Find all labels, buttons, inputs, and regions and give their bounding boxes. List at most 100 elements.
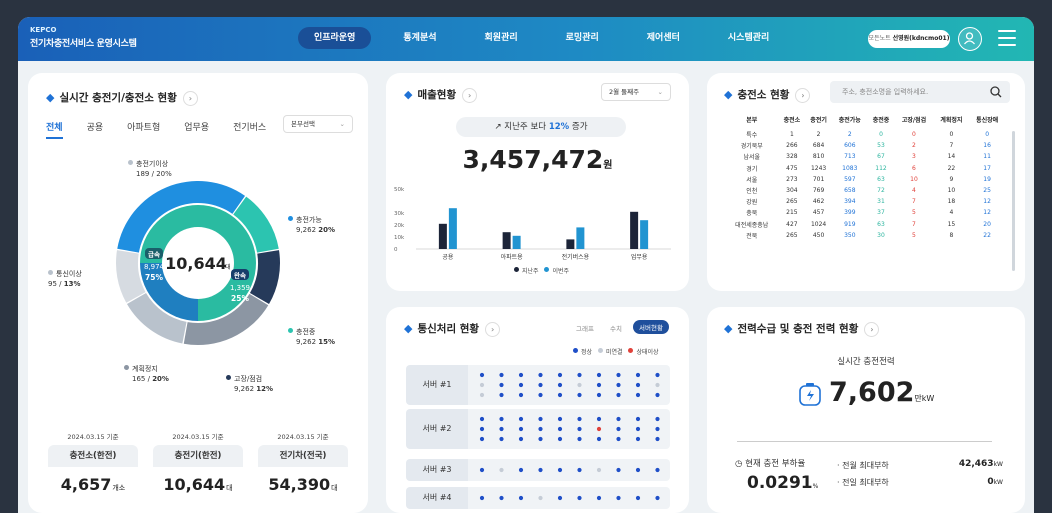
stat-date: 2024.03.15 기준 [67,433,119,441]
table-cell: 남서울 [743,154,761,162]
table-row[interactable]: 경기북부 266 684 606 53 2 7 16 [725,140,1005,151]
fast-value: 8,974 [144,263,165,271]
status-dot [577,392,582,398]
column-header[interactable]: 충전가능 [832,109,868,129]
y-tick-label: 10k [394,235,405,241]
table-cell: 2 [816,131,821,139]
status-dot [655,392,660,398]
table-cell: 4 [912,187,916,195]
bar-prev[interactable] [438,223,447,249]
sales-card: ◆ 매출현황 › 2월 둘째주 ⌄ ↗ 지난주 보다 12% 증가 3,457,472… [386,73,689,291]
table-cell: 7 [912,198,916,206]
user-icon[interactable] [958,27,982,51]
chevron-right-icon[interactable]: › [485,321,501,337]
table-cell: 경기북부 [740,143,763,151]
table-cell: 427 [786,220,798,228]
bar-this[interactable] [640,220,649,249]
column-header[interactable]: 충전소 [778,109,805,129]
server-row[interactable]: 서버 #1 [406,365,670,405]
table-cell: 20 [983,220,991,228]
center-value: 10,644 [165,254,227,273]
server-row[interactable]: 서버 #3 [406,459,670,481]
nav-control[interactable]: 제어센터 [631,27,696,49]
table-cell: 684 [812,142,825,150]
status-dot [499,436,504,442]
table-row[interactable]: 강원 265 462 394 31 7 18 12 [725,196,1005,207]
main-nav: 인프라운영 통계분석 회원관리 로밍관리 제어센터 시스템관리 [298,27,801,49]
nav-stats[interactable]: 통계분석 [387,27,452,49]
status-dot [596,416,602,422]
chevron-right-icon[interactable]: › [795,87,811,103]
table-cell: 5 [912,209,916,217]
x-tick-label: 아파트용 [501,253,524,261]
table-row[interactable]: 서울 273 701 597 63 10 9 19 [725,174,1005,185]
view-server[interactable]: 서버현황 [633,320,669,334]
nav-infra[interactable]: 인프라운영 [298,27,372,49]
app-title[interactable]: 전기차충전서비스 운영시스템 [30,36,137,49]
bar-this[interactable] [576,227,585,249]
server-row[interactable]: 서버 #2 [406,409,670,449]
table-row[interactable]: 대전세종충남 427 1024 919 63 7 15 20 [725,219,1005,230]
column-header[interactable]: 계획정지 [934,109,970,129]
status-dot [616,426,621,432]
fast-label: 급속 [148,250,160,259]
stations-card: ◆ 충전소 현황 › 주소, 충전소명을 입력하세요. 본부 충전소 충전기 충전가능 충전… [707,73,1025,291]
table-row[interactable]: 인천 304 769 658 72 4 10 25 [725,185,1005,196]
stat-stations[interactable]: 충전소(한전) 4,657개소 [48,445,138,509]
server-label: 서버 #1 [406,365,468,405]
table-cell: 전북 [746,232,758,240]
view-graph[interactable]: 그래프 [576,323,594,333]
table-cell: 215 [786,209,798,217]
server-label: 서버 #3 [406,459,468,481]
bar-prev[interactable] [630,211,639,249]
table-cell: 8 [949,231,954,239]
column-header[interactable]: 고장/점검 [894,109,933,129]
status-dot [635,416,641,422]
status-dot [655,416,660,422]
table-cell: 7 [912,220,916,228]
server-row[interactable]: 서버 #4 [406,487,670,509]
column-header[interactable]: 통신장애 [969,109,1005,129]
hamburger-icon[interactable] [998,30,1016,46]
load-rate-value: 0.0291% [747,473,819,493]
status-dot [596,392,602,398]
table-row[interactable]: 경기 475 1243 1083 112 6 22 17 [725,163,1005,174]
status-dot [479,382,485,388]
table-row[interactable]: 특수 1 2 2 0 0 0 0 [725,129,1005,140]
status-dot [596,382,602,388]
table-row[interactable]: 남서울 328 810 713 67 3 14 11 [725,151,1005,162]
stat-chargers[interactable]: 충전기(한전) 10,644대 [153,445,243,509]
top-header: KEPCO 전기차충전서비스 운영시스템 인프라운영 통계분석 회원관리 로밍관… [18,17,1034,61]
stat-evs[interactable]: 전기차(전국) 54,390대 [258,445,348,509]
column-header[interactable]: 본부 [725,109,778,129]
station-search[interactable]: 주소, 충전소명을 입력하세요. [830,81,1010,103]
table-row[interactable]: 전북 265 450 350 30 5 8 22 [725,230,1005,241]
nav-roaming[interactable]: 로밍관리 [550,27,615,49]
bar-this[interactable] [448,208,457,249]
stations-table: 본부 충전소 충전기 충전가능 충전중 고장/점검 계획정지 통신장애 특수 1 2 2 0 0 0 0 경기북… [725,109,1005,241]
nav-members[interactable]: 회원관리 [469,27,534,49]
chevron-right-icon[interactable]: › [864,321,880,337]
table-scrollbar[interactable] [1012,131,1015,271]
logo-brand: KEPCO [30,26,57,34]
comm-card: ◆ 통신처리 현황 › 그래프 수치 서버현황 정상 미연결 상태이상 서버 #1 서… [386,307,689,513]
status-dot [655,426,660,432]
table-cell: 919 [844,220,856,228]
table-row[interactable]: 충북 215 457 399 37 5 4 12 [725,207,1005,218]
bar-prev[interactable] [566,239,575,249]
bar-prev[interactable] [502,232,511,249]
battery-icon [799,383,821,406]
search-icon[interactable] [990,86,1002,98]
comm-title: ◆ 통신처리 현황 › [404,321,501,337]
user-info[interactable]: 모든노트 선영원(kdncmo01) [868,30,950,48]
status-dot [655,495,660,501]
nav-system[interactable]: 시스템관리 [712,27,785,49]
column-header[interactable]: 충전중 [868,109,895,129]
view-numeric[interactable]: 수치 [610,323,622,333]
status-dot [635,467,641,473]
status-dot [635,436,641,442]
bar-this[interactable] [512,235,521,249]
day-peak-label: · 전일 최대부하 [837,478,889,487]
x-tick-label: 전기버스용 [562,253,590,261]
column-header[interactable]: 충전기 [805,109,832,129]
